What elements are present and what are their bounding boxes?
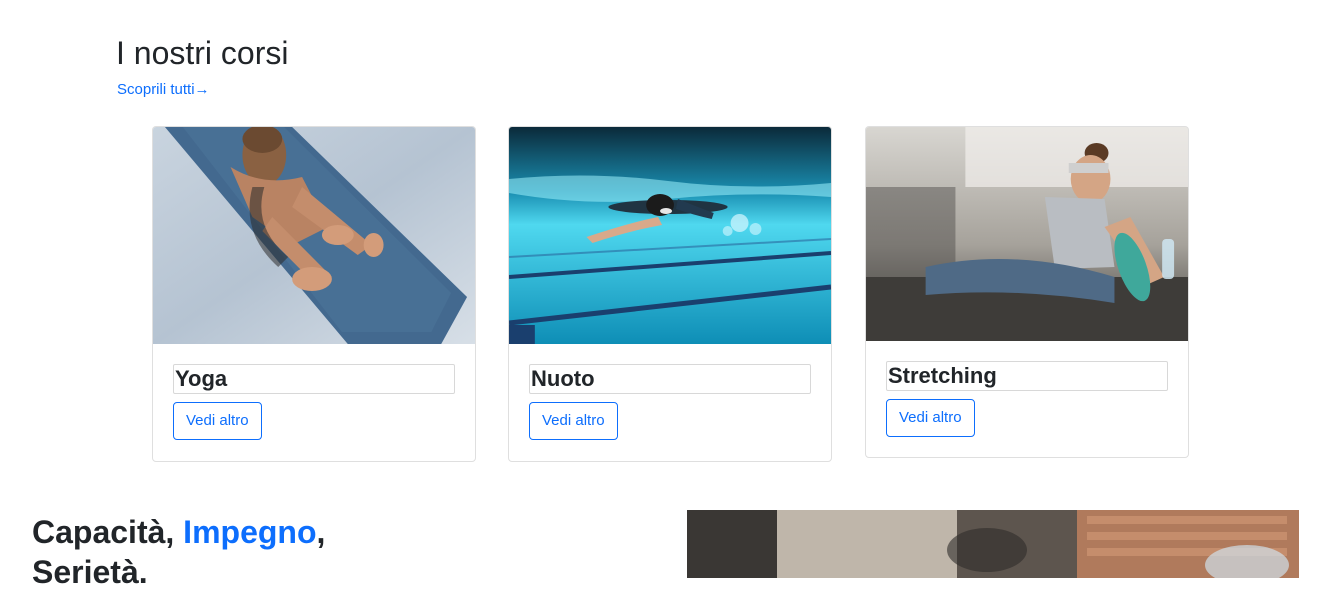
- gym-photo: [687, 510, 1299, 578]
- yoga-photo: [153, 127, 475, 344]
- stretching-photo: [866, 127, 1188, 341]
- headline-part-3: Serietà.: [32, 554, 148, 590]
- course-title: Nuoto: [529, 364, 811, 394]
- see-more-button[interactable]: Vedi altro: [173, 402, 262, 440]
- see-more-button[interactable]: Vedi altro: [529, 402, 618, 440]
- course-card-swimming: Nuoto Vedi altro: [508, 126, 832, 462]
- headline-accent: Impegno: [183, 514, 317, 550]
- course-title: Yoga: [173, 364, 455, 394]
- swimming-photo: [509, 127, 831, 344]
- course-card-stretching: Stretching Vedi altro: [865, 126, 1189, 458]
- headline-part-1: Capacità,: [32, 514, 184, 550]
- course-card-yoga: Yoga Vedi altro: [152, 126, 476, 462]
- headline-part-2: ,: [316, 514, 326, 550]
- values-headline: Capacità, Impegno, Serietà.: [32, 512, 352, 592]
- course-title: Stretching: [886, 361, 1168, 391]
- see-more-button[interactable]: Vedi altro: [886, 399, 975, 437]
- section-title: I nostri corsi: [116, 35, 289, 71]
- discover-all-link[interactable]: Scoprili tutti→: [117, 80, 210, 100]
